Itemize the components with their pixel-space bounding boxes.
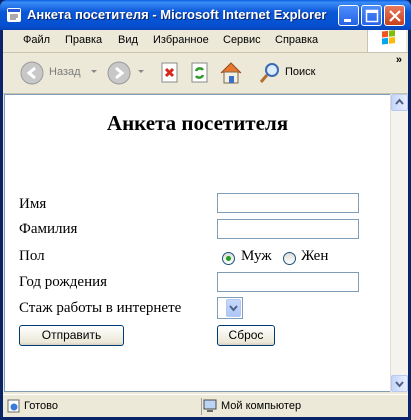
ie-window: Анкета посетителя - Microsoft Internet E… bbox=[0, 0, 411, 420]
scroll-down-icon bbox=[395, 381, 404, 388]
home-icon bbox=[220, 62, 242, 84]
forward-dropdown-icon bbox=[138, 70, 144, 73]
toolbar: Назад Поиск » bbox=[3, 53, 408, 94]
vertical-scrollbar[interactable] bbox=[390, 94, 408, 392]
stop-icon bbox=[161, 62, 178, 83]
windows-logo bbox=[367, 30, 406, 52]
menu-help[interactable]: Справка bbox=[275, 34, 318, 46]
window-title: Анкета посетителя - Microsoft Internet E… bbox=[27, 7, 327, 22]
gender-female-label: Жен bbox=[301, 248, 329, 264]
menu-bar: Файл Правка Вид Избранное Сервис Справка bbox=[3, 30, 408, 53]
reset-button[interactable]: Сброс bbox=[217, 325, 275, 346]
scroll-down-button[interactable] bbox=[391, 375, 408, 392]
stop-button[interactable] bbox=[159, 60, 181, 86]
back-arrow-icon bbox=[20, 61, 44, 85]
forward-arrow-icon bbox=[107, 61, 131, 85]
gender-male-label: Муж bbox=[241, 248, 272, 264]
menu-file[interactable]: Файл bbox=[23, 34, 50, 46]
back-button[interactable]: Назад bbox=[19, 60, 97, 86]
forward-button[interactable] bbox=[106, 60, 150, 86]
status-text: Готово bbox=[24, 400, 58, 412]
birth-year-field[interactable] bbox=[217, 272, 359, 292]
status-bar: Готово Мой компьютер bbox=[3, 394, 408, 418]
last-name-label: Фамилия bbox=[19, 221, 78, 237]
minimize-button[interactable] bbox=[338, 5, 359, 26]
first-name-label: Имя bbox=[19, 196, 47, 212]
scroll-up-icon bbox=[395, 98, 404, 105]
page-done-icon bbox=[7, 399, 20, 413]
menu-edit[interactable]: Правка bbox=[65, 34, 102, 46]
chevron-down-icon bbox=[229, 305, 238, 312]
refresh-button[interactable] bbox=[189, 60, 211, 86]
birth-year-label: Год рождения bbox=[19, 274, 108, 290]
menu-view[interactable]: Вид bbox=[118, 34, 138, 46]
last-name-field[interactable] bbox=[217, 219, 359, 239]
maximize-icon bbox=[365, 9, 379, 23]
internet-explorer-icon bbox=[7, 8, 21, 22]
gender-female-radio[interactable] bbox=[283, 252, 296, 265]
gender-male-radio[interactable] bbox=[222, 252, 235, 265]
back-label: Назад bbox=[49, 66, 81, 78]
toolbar-more-chevron[interactable]: » bbox=[396, 54, 402, 66]
menu-favorites[interactable]: Избранное bbox=[153, 34, 209, 46]
gender-label: Пол bbox=[19, 248, 45, 264]
page-content: Анкета посетителя Имя Фамилия Пол Муж Же… bbox=[4, 94, 391, 392]
my-computer-icon bbox=[203, 399, 217, 412]
maximize-button[interactable] bbox=[361, 5, 382, 26]
submit-button[interactable]: Отправить bbox=[19, 325, 124, 346]
scroll-up-button[interactable] bbox=[391, 94, 408, 111]
windows-flag-icon bbox=[382, 30, 395, 45]
experience-select[interactable] bbox=[217, 297, 243, 319]
title-bar[interactable]: Анкета посетителя - Microsoft Internet E… bbox=[0, 0, 411, 30]
browser-frame: Файл Правка Вид Избранное Сервис Справка bbox=[3, 30, 408, 417]
menu-tools[interactable]: Сервис bbox=[223, 34, 261, 46]
close-button[interactable] bbox=[384, 5, 405, 26]
search-label: Поиск bbox=[285, 66, 316, 78]
page-title: Анкета посетителя bbox=[106, 111, 289, 135]
status-separator bbox=[201, 398, 202, 415]
refresh-icon bbox=[191, 62, 208, 83]
experience-label: Стаж работы в интернете bbox=[19, 300, 182, 316]
close-icon bbox=[389, 10, 401, 22]
search-button[interactable]: Поиск bbox=[257, 60, 327, 86]
minimize-icon bbox=[344, 19, 351, 22]
first-name-field[interactable] bbox=[217, 193, 359, 213]
experience-dropdown-button[interactable] bbox=[226, 299, 241, 317]
search-icon bbox=[259, 63, 279, 83]
security-zone-text: Мой компьютер bbox=[221, 400, 302, 412]
home-button[interactable] bbox=[218, 60, 244, 86]
back-dropdown-icon bbox=[91, 70, 97, 73]
